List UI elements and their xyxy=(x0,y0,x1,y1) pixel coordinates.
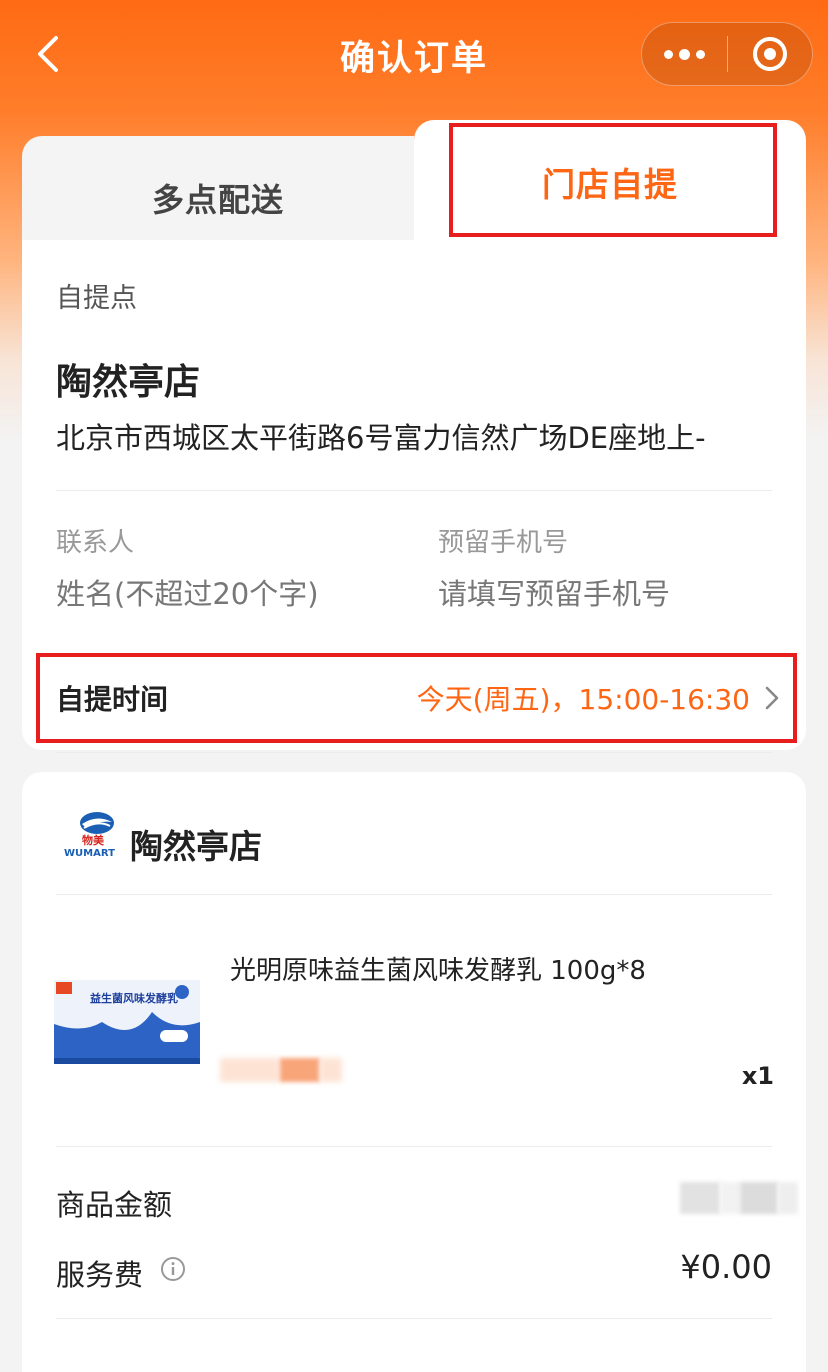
divider xyxy=(56,752,772,753)
pickup-card: 多点配送 门店自提 自提点 陶然亭店 北京市西城区太平街路6号富力信然广场DE座… xyxy=(22,120,806,753)
service-fee-label: 服务费 xyxy=(56,1258,144,1292)
mini-program-close-icon xyxy=(752,37,787,71)
goods-amount-redacted xyxy=(680,1180,806,1216)
tab-label: 门店自提 xyxy=(542,165,678,204)
pickup-store-address: 北京市西城区太平街路6号富力信然广场DE座地上- xyxy=(56,421,706,455)
pickup-store-name: 陶然亭店 xyxy=(56,362,201,403)
chevron-right-icon xyxy=(764,685,780,711)
nav-bar: 确认订单 xyxy=(0,0,828,108)
logo-text: 物美 xyxy=(82,833,105,847)
close-mini-program-button[interactable] xyxy=(728,22,812,86)
pickup-time-row[interactable]: 自提时间 今天(周五)，15:00-16:30 xyxy=(36,654,796,742)
product-price-redacted xyxy=(220,1054,342,1086)
wumart-logo-icon: 物美 WUMART xyxy=(64,812,115,858)
product-name: 光明原味益生菌风味发酵乳 100g*8 xyxy=(230,956,646,986)
pickup-point-label: 自提点 xyxy=(56,283,137,314)
phone-input[interactable] xyxy=(438,577,768,611)
more-dots-icon xyxy=(664,48,705,60)
divider xyxy=(56,1318,772,1319)
goods-amount-label: 商品金额 xyxy=(56,1188,173,1222)
service-fee-value: ¥0.00 xyxy=(680,1248,772,1286)
phone-label: 预留手机号 xyxy=(438,528,569,558)
page: 确认订单 多点配送 门店自提 自提点 陶然亭店 北京市西城区太平街路6号富力信然… xyxy=(0,0,828,1372)
divider xyxy=(56,490,772,491)
order-card: 物美 WUMART 陶然亭店 益生菌风味发酵乳 光明原味益生菌风味发酵乳 100… xyxy=(22,772,806,1372)
divider xyxy=(56,1146,772,1147)
contact-name-input[interactable] xyxy=(56,577,386,611)
product-image[interactable]: 益生菌风味发酵乳 xyxy=(52,972,202,1072)
contact-name-group: 联系人 xyxy=(56,522,386,611)
product-image-text: 益生菌风味发酵乳 xyxy=(90,991,178,1005)
info-icon[interactable] xyxy=(160,1256,186,1282)
more-button[interactable] xyxy=(642,22,727,86)
tab-store-pickup[interactable]: 门店自提 xyxy=(414,120,806,244)
product-quantity: x1 xyxy=(741,1062,774,1090)
contact-name-label: 联系人 xyxy=(56,528,135,558)
order-store-name: 陶然亭店 xyxy=(130,827,262,866)
mini-program-capsule xyxy=(641,22,813,86)
phone-group: 预留手机号 xyxy=(438,522,768,611)
divider xyxy=(56,894,772,895)
pickup-time-value: 今天(周五)，15:00-16:30 xyxy=(416,683,750,716)
tab-label: 多点配送 xyxy=(151,181,284,219)
pickup-time-label: 自提时间 xyxy=(56,683,169,716)
logo-subtext: WUMART xyxy=(64,848,115,858)
